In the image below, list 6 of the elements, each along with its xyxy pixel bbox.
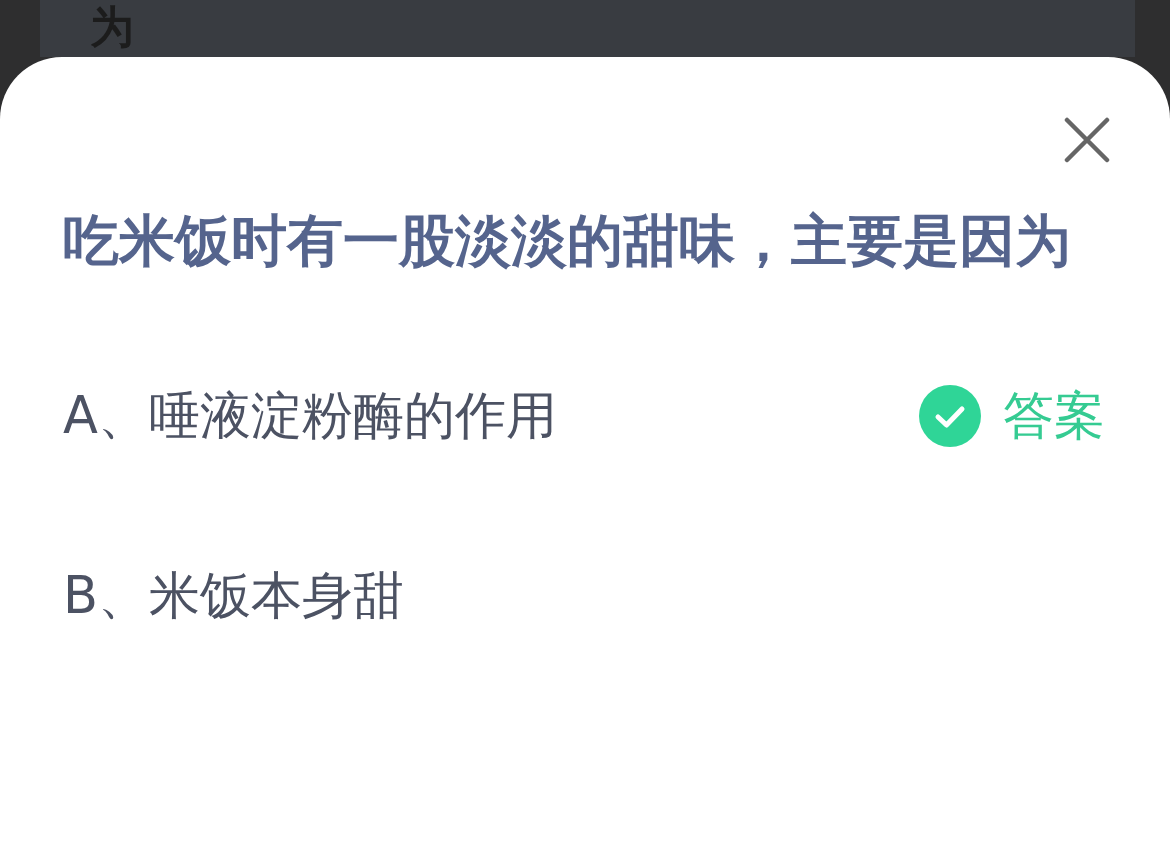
answer-label: 答案: [1003, 385, 1105, 447]
close-button[interactable]: [1064, 117, 1110, 163]
close-icon: [1064, 117, 1110, 163]
option-text: B、米饭本身甜: [63, 565, 405, 627]
option-text: A、唾液淀粉酶的作用: [63, 385, 558, 447]
question-text: 吃米饭时有一股淡淡的甜味，主要是因为: [62, 207, 1072, 275]
